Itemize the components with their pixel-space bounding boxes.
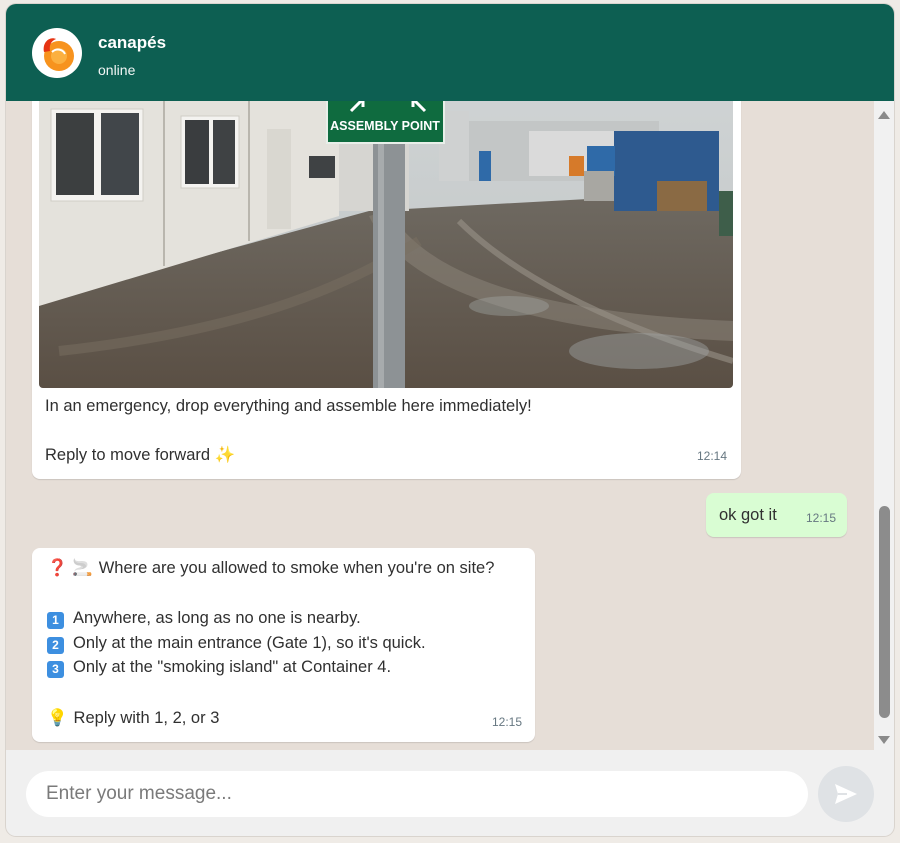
option-3: 3 Only at the "smoking island" at Contain… [47, 658, 391, 678]
option-text: Only at the main entrance (Gate 1), so i… [73, 634, 426, 652]
question-smoking-icon: ❓ 🚬 [47, 559, 93, 577]
photo-sign-text: ASSEMBLY POINT [330, 119, 440, 133]
option-2: 2 Only at the main entrance (Gate 1), so … [47, 634, 426, 654]
question-message[interactable]: ❓ 🚬 Where are you allowed to smoke when y… [32, 548, 535, 742]
image-caption-line2: Reply to move forward ✨ [45, 446, 236, 464]
assembly-point-photo[interactable]: ASSEMBLY POINT [39, 101, 733, 388]
send-button[interactable] [818, 766, 874, 822]
contact-status: online [98, 62, 136, 78]
number-1-icon: 1 [47, 612, 64, 629]
number-3-icon: 3 [47, 661, 64, 678]
chat-window: canapés online ASSEMBLY POINT In an emer… [6, 4, 894, 836]
scroll-down-arrow-icon[interactable] [878, 736, 890, 744]
message-time: 12:14 [697, 449, 728, 463]
message-time: 12:15 [492, 715, 523, 729]
canapes-logo-icon [43, 38, 74, 71]
outgoing-message-text: ok got it [719, 506, 777, 524]
reply-hint-text: Reply with 1, 2, or 3 [73, 709, 220, 727]
option-text: Anywhere, as long as no one is nearby. [73, 609, 361, 627]
image-message[interactable]: ASSEMBLY POINT In an emergency, drop eve… [32, 101, 741, 479]
image-caption-line1: In an emergency, drop everything and ass… [45, 397, 532, 415]
message-input[interactable] [26, 771, 808, 817]
reply-hint: 💡 Reply with 1, 2, or 3 [47, 709, 219, 728]
question-prompt-line: ❓ 🚬 Where are you allowed to smoke when y… [47, 559, 494, 578]
message-time: 12:15 [806, 511, 837, 525]
question-prompt: Where are you allowed to smoke when you'… [98, 559, 495, 577]
option-text: Only at the "smoking island" at Containe… [73, 658, 392, 676]
send-arrow-icon [835, 784, 857, 804]
number-2-icon: 2 [47, 637, 64, 654]
chat-header: canapés online [6, 4, 894, 101]
outgoing-message[interactable]: ok got it 12:15 [706, 493, 847, 537]
chat-scrollbar[interactable] [874, 101, 894, 750]
option-1: 1 Anywhere, as long as no one is nearby. [47, 609, 361, 629]
message-composer [6, 750, 894, 836]
avatar[interactable] [32, 28, 82, 78]
lightbulb-icon: 💡 [47, 709, 68, 727]
scrollbar-thumb[interactable] [879, 506, 890, 718]
contact-name: canapés [98, 33, 167, 52]
scroll-up-arrow-icon[interactable] [878, 111, 890, 119]
message-list[interactable]: ASSEMBLY POINT In an emergency, drop eve… [6, 101, 894, 750]
